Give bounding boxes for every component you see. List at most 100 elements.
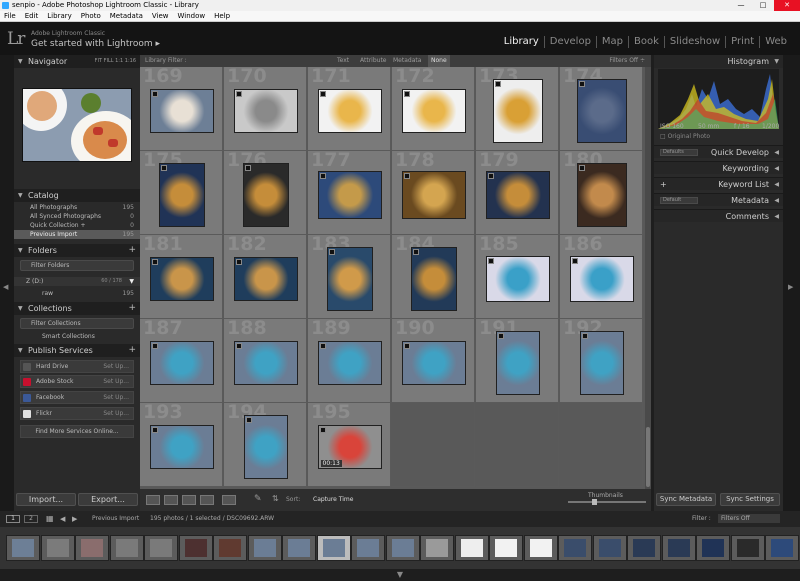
grid-cell[interactable]: 169 <box>140 67 223 151</box>
filmstrip-thumbnail[interactable] <box>144 535 178 561</box>
thumbnail-badge-icon[interactable] <box>151 427 158 433</box>
module-web[interactable]: Web <box>759 36 792 48</box>
grid-cell[interactable]: 174 <box>560 67 643 151</box>
photo-thumbnail[interactable] <box>492 79 543 143</box>
folders-header[interactable]: ▼ Folders + <box>14 244 140 257</box>
filmstrip-thumbnail[interactable] <box>6 535 40 561</box>
thumbnail-badge-icon[interactable] <box>497 333 504 339</box>
add-keyword-icon[interactable]: + <box>660 178 667 191</box>
photo-thumbnail[interactable] <box>401 89 466 133</box>
catalog-header[interactable]: ▼ Catalog <box>14 189 140 202</box>
forward-arrow-icon[interactable]: ▶ <box>72 511 77 527</box>
right-panel-toggle-strip[interactable]: ▶ <box>783 55 800 511</box>
comments-header[interactable]: Comments ◀ <box>654 209 783 222</box>
filter-tab-text[interactable]: Text <box>337 55 349 67</box>
thumbnail-badge-icon[interactable] <box>578 165 585 171</box>
photo-thumbnail[interactable] <box>485 171 550 219</box>
thumbnail-size-handle[interactable] <box>592 499 597 505</box>
filmstrip-filter-select[interactable]: Filters Off <box>718 514 780 523</box>
thumbnail-badge-icon[interactable] <box>245 417 252 423</box>
metadata-preset[interactable]: Default <box>660 197 698 204</box>
thumbnail-badge-icon[interactable] <box>319 427 326 433</box>
photo-thumbnail[interactable] <box>410 247 457 311</box>
thumbnail-badge-icon[interactable] <box>151 259 158 265</box>
photo-thumbnail[interactable] <box>317 89 382 133</box>
grid-cell[interactable]: 182 <box>224 235 307 319</box>
photo-thumbnail[interactable] <box>317 171 382 219</box>
grid-cell[interactable]: 190 <box>392 319 475 403</box>
filter-folders-input[interactable]: Filter Folders <box>20 260 134 271</box>
filmstrip-thumbnail[interactable] <box>696 535 730 561</box>
original-photo-toggle[interactable]: □ Original Photo <box>660 133 710 140</box>
thumbnail-size-slider[interactable] <box>568 501 646 503</box>
catalog-item-selected[interactable]: Previous Import 195 <box>14 230 140 239</box>
catalog-item[interactable]: Quick Collection +0 <box>14 221 140 230</box>
window-1-button[interactable]: 1 <box>6 515 20 523</box>
thumbnail-badge-icon[interactable] <box>581 333 588 339</box>
grid-cell[interactable]: 179 <box>476 151 559 235</box>
filmstrip-thumbnail[interactable] <box>765 535 799 561</box>
grid-view-icon[interactable] <box>146 495 160 505</box>
thumbnail-badge-icon[interactable] <box>328 249 335 255</box>
histogram-chart[interactable] <box>658 69 779 129</box>
close-button[interactable]: ✕ <box>774 0 800 11</box>
compare-view-icon[interactable] <box>182 495 196 505</box>
folder-row[interactable]: raw 195 <box>14 289 140 298</box>
filmstrip-thumbnail[interactable] <box>420 535 454 561</box>
photo-thumbnail[interactable] <box>149 425 214 469</box>
photo-thumbnail[interactable] <box>158 163 205 227</box>
thumbnail-badge-icon[interactable] <box>494 81 501 87</box>
photo-thumbnail[interactable] <box>579 331 624 395</box>
grid-cell[interactable]: 188 <box>224 319 307 403</box>
thumbnail-badge-icon[interactable] <box>578 81 585 87</box>
import-button[interactable]: Import... <box>16 493 76 506</box>
filmstrip-thumbnail[interactable] <box>489 535 523 561</box>
grid-cell[interactable]: 186 <box>560 235 643 319</box>
grid-icon[interactable]: ▦ <box>46 511 54 527</box>
module-develop[interactable]: Develop <box>543 36 596 48</box>
thumbnail-badge-icon[interactable] <box>244 165 251 171</box>
menu-file[interactable]: File <box>4 11 16 21</box>
thumbnail-badge-icon[interactable] <box>235 259 242 265</box>
zoom-options[interactable]: FIT FILL 1:1 1:16 <box>95 55 136 68</box>
filmstrip-thumbnail[interactable] <box>523 535 558 561</box>
menu-library[interactable]: Library <box>47 11 71 21</box>
thumbnail-badge-icon[interactable] <box>151 91 158 97</box>
loupe-view-icon[interactable] <box>164 495 178 505</box>
module-print[interactable]: Print <box>725 36 759 48</box>
left-panel-toggle-strip[interactable]: ◀ <box>0 55 14 511</box>
filmstrip-thumbnail[interactable] <box>661 535 696 561</box>
thumbnail-badge-icon[interactable] <box>412 249 419 255</box>
grid-scrollbar[interactable] <box>645 67 651 489</box>
grid-cell[interactable]: 178 <box>392 151 475 235</box>
filmstrip-thumbnail[interactable] <box>351 535 385 561</box>
thumbnail-badge-icon[interactable] <box>319 173 326 179</box>
thumbnail-badge-icon[interactable] <box>151 343 158 349</box>
collections-header[interactable]: ▼ Collections + <box>14 302 140 315</box>
grid-cell[interactable]: 193 <box>140 403 223 487</box>
filmstrip-thumbnail[interactable] <box>75 535 109 561</box>
quick-develop-preset[interactable]: Defaults <box>660 149 698 156</box>
add-icon[interactable]: + <box>128 302 136 315</box>
filmstrip-thumbnail[interactable] <box>592 535 627 561</box>
filmstrip-thumbnail-selected[interactable] <box>316 535 351 561</box>
grid-scroll-thumb[interactable] <box>646 427 650 487</box>
grid-cell[interactable]: 192 <box>560 319 643 403</box>
people-view-icon[interactable] <box>222 495 236 505</box>
publish-service-facebook[interactable]: Facebook Set Up... <box>20 391 134 404</box>
menu-photo[interactable]: Photo <box>81 11 101 21</box>
filmstrip-thumbnail[interactable] <box>282 535 316 561</box>
photo-thumbnail[interactable] <box>401 341 466 385</box>
grid-cell[interactable]: 177 <box>308 151 391 235</box>
minimize-button[interactable]: — <box>730 0 752 11</box>
navigator-header[interactable]: ▼ Navigator FIT FILL 1:1 1:16 <box>14 55 140 68</box>
grid-cell[interactable]: 172 <box>392 67 475 151</box>
photo-thumbnail[interactable] <box>317 341 382 385</box>
catalog-item[interactable]: All Synced Photographs 0 <box>14 212 140 221</box>
photo-thumbnail[interactable] <box>149 89 214 133</box>
filmstrip-toggle[interactable]: ▼ <box>0 569 800 581</box>
photo-thumbnail[interactable] <box>233 257 298 301</box>
photo-thumbnail[interactable] <box>233 341 298 385</box>
grid-cell[interactable]: 183 <box>308 235 391 319</box>
filmstrip-thumbnail[interactable] <box>247 535 282 561</box>
